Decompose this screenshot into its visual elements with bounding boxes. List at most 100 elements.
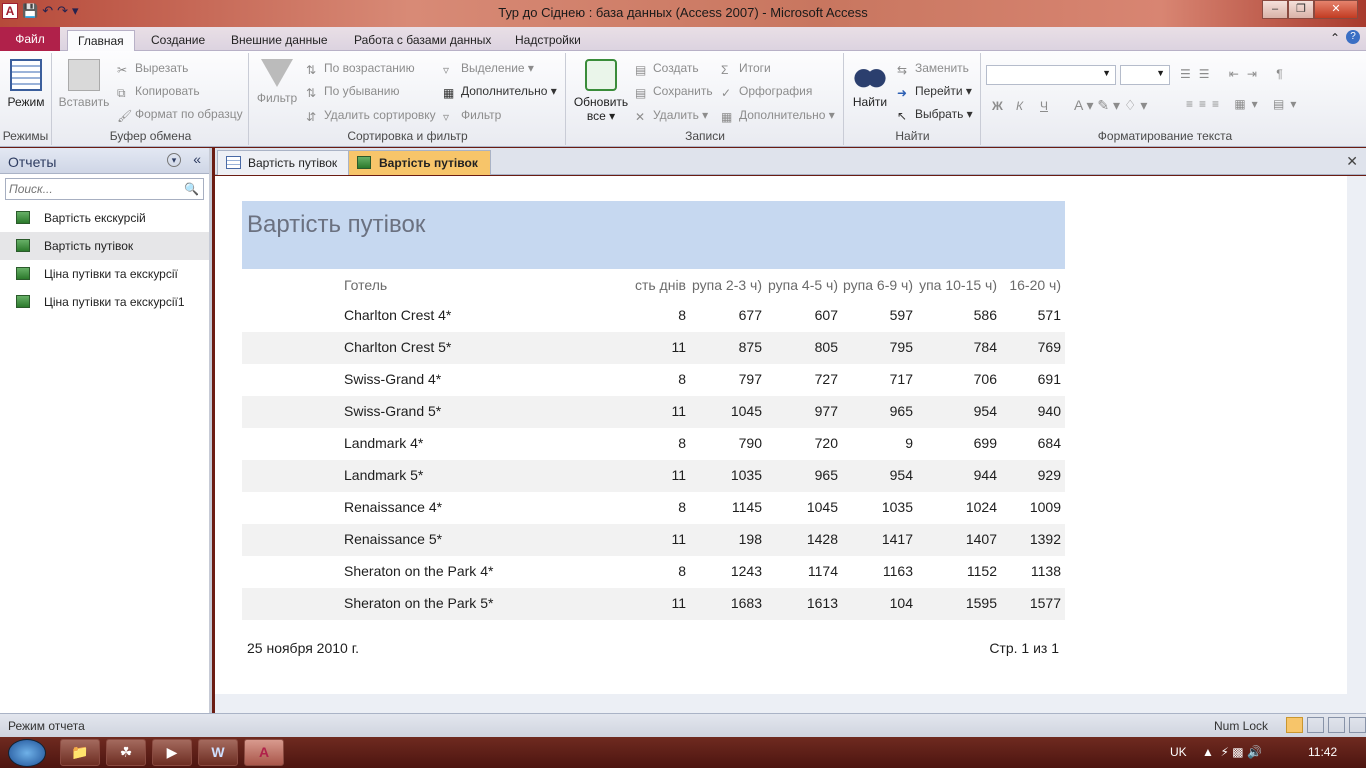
sort-descending-button[interactable]: ⇅ По убыванию <box>306 84 400 100</box>
table-row: Landmark 5* 11 1035 965 954 944 929 <box>242 460 1065 492</box>
value-cell: 104 <box>889 595 913 611</box>
totals-button[interactable]: Σ Итоги <box>721 61 771 77</box>
more-records-button[interactable]: ▦ Дополнительно ▾ <box>721 108 835 124</box>
new-record-button[interactable]: ▤ Создать <box>635 61 699 77</box>
new-record-icon: ▤ <box>635 62 647 77</box>
hotel-name-cell: Landmark 5* <box>344 467 424 483</box>
print-preview-icon[interactable] <box>1307 717 1324 733</box>
start-button[interactable] <box>8 739 46 767</box>
spelling-button[interactable]: ✓ Орфография <box>721 84 812 100</box>
replace-button[interactable]: ⇆ Заменить <box>897 61 969 77</box>
find-label: Найти <box>852 95 888 109</box>
group-text-formatting-label: Форматирование текста <box>1097 129 1233 143</box>
chevron-down-icon[interactable]: ▾ <box>167 153 181 167</box>
bold-button[interactable]: Ж <box>992 99 1003 113</box>
view-mode-button[interactable]: Режим <box>4 59 48 109</box>
table-row: Sheraton on the Park 4* 8 1243 1174 1163 1152… <box>242 556 1065 588</box>
nav-pane-header[interactable]: Отчеты ▾ « <box>0 148 209 174</box>
paste-button[interactable]: Вставить <box>57 59 111 109</box>
nav-item-report[interactable]: Вартість екскурсій <box>0 204 209 232</box>
selection-button[interactable]: ▿ Выделение ▾ <box>443 61 534 77</box>
copy-icon: ⧉ <box>117 85 126 100</box>
doc-tab-report[interactable]: Вартість путівок <box>348 150 491 175</box>
cut-button[interactable]: ✂ Вырезать <box>117 61 188 77</box>
app-taskbar-icon[interactable]: ☘ <box>106 739 146 766</box>
tab-addins[interactable]: Надстройки <box>505 30 591 51</box>
toggle-filter-button[interactable]: ▿ Фильтр <box>443 108 501 124</box>
value-cell: 797 <box>738 371 762 387</box>
font-color-button[interactable]: A ▾ ✎ ▾ ♢ ▾ <box>1074 97 1147 114</box>
nav-item-report[interactable]: Ціна путівки та екскурсії1 <box>0 288 209 316</box>
goto-button[interactable]: ➜ Перейти ▾ <box>897 84 972 100</box>
collapse-ribbon-icon[interactable]: ⌃ <box>1330 31 1340 45</box>
maximize-button[interactable]: ❐ <box>1288 0 1314 19</box>
title-bar: A 💾 ↶ ↷ ▾ Тур до Сіднею : база данных (A… <box>0 0 1366 27</box>
table-row: Swiss-Grand 5* 11 1045 977 965 954 940 <box>242 396 1065 428</box>
value-cell: 954 <box>973 403 997 419</box>
access-taskbar-icon[interactable]: A <box>244 739 284 766</box>
report-page: Вартість путівок Готель сть днів рупа 2-… <box>215 176 1347 694</box>
tab-external-data[interactable]: Внешние данные <box>221 30 338 51</box>
explorer-taskbar-icon[interactable]: 📁 <box>60 739 100 766</box>
value-cell: 1163 <box>882 563 913 579</box>
value-cell: 706 <box>973 371 997 387</box>
status-numlock: Num Lock <box>1214 719 1269 733</box>
format-painter-button[interactable]: 🖌 Формат по образцу <box>117 107 243 123</box>
paste-icon <box>68 59 100 91</box>
align-buttons[interactable]: ≡≡≡ ▦▾ ▤▾ <box>1186 97 1302 111</box>
list-buttons[interactable]: ☰☰ ⇤⇥ ¶ <box>1180 67 1291 81</box>
media-player-taskbar-icon[interactable]: ▶ <box>152 739 192 766</box>
nav-search-input[interactable] <box>6 180 185 198</box>
value-cell: 684 <box>1037 435 1061 451</box>
clock[interactable]: 11:42 <box>1308 745 1337 759</box>
value-cell: 769 <box>1037 339 1061 355</box>
filter-button[interactable]: Фильтр <box>254 59 300 105</box>
layout-view-icon[interactable] <box>1328 717 1345 733</box>
save-record-button[interactable]: ▤ Сохранить <box>635 84 713 100</box>
font-name-combo[interactable]: ▼ <box>986 65 1116 85</box>
value-cell: 1577 <box>1029 595 1061 611</box>
close-document-icon[interactable]: ✕ <box>1346 153 1358 170</box>
language-indicator[interactable]: UK <box>1170 745 1187 759</box>
close-button[interactable]: ✕ <box>1314 0 1358 19</box>
delete-record-button[interactable]: ✕ Удалить ▾ <box>635 108 708 124</box>
tab-create[interactable]: Создание <box>141 30 215 51</box>
nav-item-report[interactable]: Вартість путівок <box>0 232 209 260</box>
refresh-all-button[interactable]: Обновить все ▾ <box>571 59 631 123</box>
horizontal-scrollbar[interactable] <box>215 694 1366 713</box>
select-button[interactable]: ↖ Выбрать ▾ <box>897 107 973 123</box>
advanced-filter-icon: ▦ <box>443 85 455 100</box>
sort-ascending-button[interactable]: ⇅ По возрастанию <box>306 61 415 77</box>
help-icon[interactable]: ? <box>1346 30 1360 44</box>
nav-item-report[interactable]: Ціна путівки та екскурсії <box>0 260 209 288</box>
value-cell: 8 <box>678 499 686 515</box>
find-button[interactable]: Найти <box>849 59 891 109</box>
remove-sort-button[interactable]: ⇵ Удалить сортировку <box>306 108 436 124</box>
file-tab[interactable]: Файл <box>0 27 60 51</box>
font-size-combo[interactable]: ▼ <box>1120 65 1170 85</box>
table-row: Charlton Crest 4* 8 677 607 597 586 571 <box>242 300 1065 332</box>
tab-database-tools[interactable]: Работа с базами данных <box>344 30 501 51</box>
ribbon-tabs: Файл Главная Создание Внешние данные Раб… <box>0 27 1366 51</box>
tray-icons[interactable]: ▲ ⚡ ▩ 🔊 <box>1202 745 1262 759</box>
header-cell: рупа 2-3 ч) <box>692 277 762 293</box>
underline-button[interactable]: Ч <box>1040 99 1048 113</box>
collapse-pane-icon[interactable]: « <box>193 151 201 167</box>
value-cell: 1174 <box>807 563 838 579</box>
navigation-pane: Отчеты ▾ « 🔍 Вартість екскурсій Вартість… <box>0 148 212 713</box>
search-icon[interactable]: 🔍 <box>184 182 199 196</box>
doc-tab-table[interactable]: Вартість путівок <box>217 150 351 175</box>
report-view-icon[interactable] <box>1286 717 1303 733</box>
nav-search-box: 🔍 <box>5 178 204 200</box>
goto-label: Перейти <box>915 84 963 98</box>
italic-button[interactable]: К <box>1016 99 1023 113</box>
word-taskbar-icon[interactable]: W <box>198 739 238 766</box>
cursor-icon: ↖ <box>897 108 908 123</box>
copy-button[interactable]: ⧉ Копировать <box>117 84 200 100</box>
advanced-filter-button[interactable]: ▦ Дополнительно ▾ <box>443 84 557 100</box>
tab-home[interactable]: Главная <box>67 30 135 51</box>
minimize-button[interactable]: – <box>1262 0 1288 19</box>
report-icon <box>16 295 30 308</box>
design-view-icon[interactable] <box>1349 717 1366 733</box>
save-record-label: Сохранить <box>653 84 713 98</box>
